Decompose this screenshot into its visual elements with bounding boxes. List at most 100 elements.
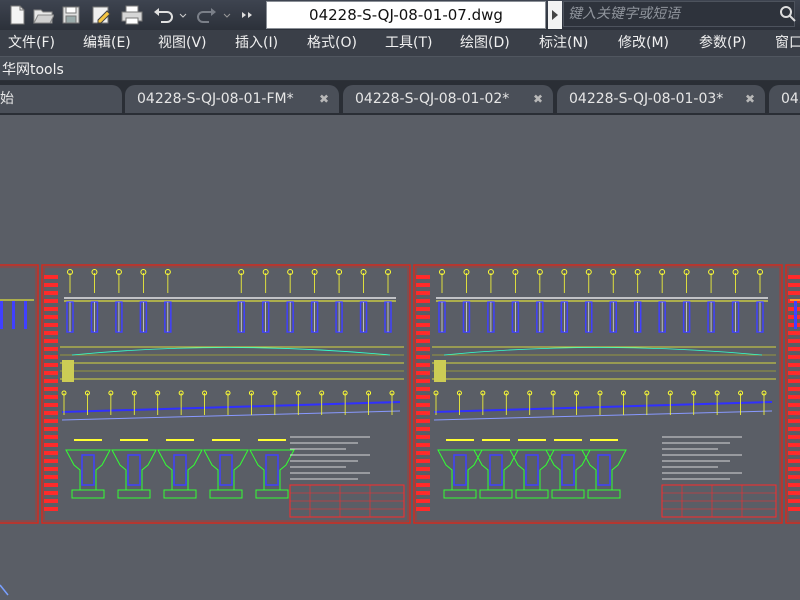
binding-mark — [788, 419, 800, 423]
new-file-icon[interactable] — [6, 4, 28, 26]
undo-icon[interactable] — [152, 4, 174, 26]
tab-drawing-02[interactable]: 04228-S-QJ-08-01-02* ✖ — [343, 85, 553, 113]
pier-rebar — [489, 454, 503, 486]
search-icon[interactable] — [778, 4, 798, 24]
menu-modify[interactable]: 修改(M) — [618, 30, 669, 56]
cad-drawing — [0, 264, 800, 596]
menu-dimension[interactable]: 标注(N) — [539, 30, 588, 56]
binding-mark — [44, 283, 58, 287]
tab-label: 始 — [0, 91, 14, 107]
binding-mark — [44, 339, 58, 343]
binding-mark — [416, 403, 430, 407]
binding-mark — [44, 491, 58, 495]
binding-mark — [44, 315, 58, 319]
binding-mark — [416, 427, 430, 431]
close-icon[interactable]: ✖ — [745, 85, 755, 113]
binding-mark — [44, 347, 58, 351]
binding-mark — [788, 283, 800, 287]
pier-section — [473, 449, 519, 491]
pier-section — [157, 449, 203, 491]
binding-mark — [416, 355, 430, 359]
pier-rebar — [81, 454, 95, 486]
menu-edit[interactable]: 编辑(E) — [83, 30, 131, 56]
pier-footing — [71, 489, 105, 499]
menu-tools[interactable]: 工具(T) — [385, 30, 432, 56]
pier-rebar — [525, 454, 539, 486]
binding-mark — [788, 483, 800, 487]
binding-mark — [788, 379, 800, 383]
pier-column — [794, 301, 797, 329]
pier-section — [249, 449, 295, 491]
drawing-canvas[interactable] — [0, 115, 800, 600]
binding-mark — [44, 459, 58, 463]
menu-draw[interactable]: 绘图(D) — [460, 30, 510, 56]
plan-edge-line — [433, 401, 773, 413]
title-expand-button[interactable] — [548, 1, 562, 29]
tab-drawing-fm[interactable]: 04228-S-QJ-08-01-FM* ✖ — [125, 85, 339, 113]
binding-mark — [788, 467, 800, 471]
binding-mark — [416, 443, 430, 447]
search-input[interactable]: 键入关键字或短语 — [563, 1, 795, 27]
menu-format[interactable]: 格式(O) — [307, 30, 357, 56]
pier-footing — [479, 489, 513, 499]
binding-mark — [416, 467, 430, 471]
binding-mark — [788, 355, 800, 359]
pier-footing — [117, 489, 151, 499]
binding-mark — [788, 395, 800, 399]
binding-mark — [416, 379, 430, 383]
binding-mark — [788, 339, 800, 343]
binding-mark — [44, 371, 58, 375]
tab-start[interactable]: 始 — [0, 85, 122, 113]
binding-mark — [44, 379, 58, 383]
binding-mark — [44, 387, 58, 391]
pier-section — [545, 449, 591, 491]
save-as-icon[interactable] — [90, 4, 112, 26]
binding-mark — [788, 331, 800, 335]
menu-parametric[interactable]: 参数(P) — [699, 30, 746, 56]
close-icon[interactable]: ✖ — [533, 85, 543, 113]
binding-mark — [788, 363, 800, 367]
binding-mark — [416, 307, 430, 311]
pier-footing — [163, 489, 197, 499]
binding-mark — [44, 355, 58, 359]
more-icon[interactable] — [240, 4, 262, 26]
sheet-inner-frame — [0, 266, 37, 522]
pier-footing — [587, 489, 621, 499]
plugin-tools-button[interactable]: 华网tools — [2, 59, 64, 79]
binding-mark — [44, 291, 58, 295]
save-icon[interactable] — [60, 4, 82, 26]
binding-mark — [44, 443, 58, 447]
binding-mark — [416, 371, 430, 375]
binding-mark — [44, 323, 58, 327]
binding-mark — [788, 387, 800, 391]
pier-section — [437, 449, 483, 491]
binding-mark — [788, 275, 800, 279]
tab-drawing-next[interactable]: 042 — [769, 85, 800, 113]
binding-mark — [416, 291, 430, 295]
menu-window[interactable]: 窗口 — [775, 30, 800, 56]
profile-table-header — [434, 360, 446, 382]
binding-mark — [416, 475, 430, 479]
pier-column — [0, 301, 3, 329]
pier-footing — [255, 489, 289, 499]
file-tab-bar: 始 04228-S-QJ-08-01-FM* ✖ 04228-S-QJ-08-0… — [0, 81, 800, 115]
menu-file[interactable]: 文件(F) — [8, 30, 55, 56]
sheet-frame — [0, 264, 39, 524]
binding-mark — [416, 315, 430, 319]
redo-icon[interactable] — [196, 4, 218, 26]
binding-mark — [44, 363, 58, 367]
plugin-toolbar: 华网tools — [0, 56, 800, 81]
print-icon[interactable] — [120, 4, 143, 26]
open-folder-icon[interactable] — [32, 4, 55, 26]
menu-view[interactable]: 视图(V) — [158, 30, 207, 56]
binding-mark — [788, 499, 800, 503]
menu-insert[interactable]: 插入(I) — [235, 30, 278, 56]
binding-mark — [44, 483, 58, 487]
tab-label: 042 — [781, 91, 800, 107]
pier-rebar — [265, 454, 279, 486]
binding-mark — [416, 347, 430, 351]
tab-drawing-03[interactable]: 04228-S-QJ-08-01-03* ✖ — [557, 85, 765, 113]
binding-mark — [416, 323, 430, 327]
binding-mark — [788, 403, 800, 407]
close-icon[interactable]: ✖ — [319, 85, 329, 113]
